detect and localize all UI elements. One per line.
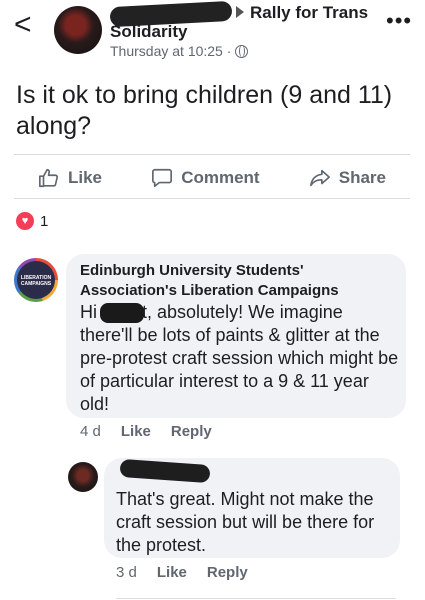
reaction-count: 1 xyxy=(40,212,49,230)
post-text: Is it ok to bring children (9 and 11) al… xyxy=(16,81,393,140)
arrow-icon xyxy=(236,6,244,18)
commenter-avatar[interactable]: LIBERATION CAMPAIGNS xyxy=(14,258,58,302)
share-icon xyxy=(309,169,330,187)
action-bar: Like Comment Share xyxy=(14,158,410,198)
reply-like-button[interactable]: Like xyxy=(157,564,187,581)
comment-reply-button[interactable]: Reply xyxy=(171,423,212,440)
reply-meta: 3 d Like Reply xyxy=(116,564,248,581)
share-label: Share xyxy=(338,168,386,187)
reply-reply-button[interactable]: Reply xyxy=(207,564,248,581)
divider xyxy=(14,154,410,155)
comment-author[interactable]: Edinburgh University Students' Associati… xyxy=(80,261,390,301)
reply-text: That's great. Might not make the craft s… xyxy=(116,489,375,555)
comment-text: Hi t, absolutely! We imagine there'll be… xyxy=(80,301,400,416)
globe-icon xyxy=(235,44,249,58)
reply-avatar[interactable] xyxy=(68,462,98,492)
comment-like-button[interactable]: Like xyxy=(121,423,151,440)
like-button[interactable]: Like xyxy=(38,167,102,189)
comment-age: 4 d xyxy=(80,423,101,440)
group-name-line2[interactable]: Solidarity xyxy=(110,22,187,42)
share-button[interactable]: Share xyxy=(309,167,386,189)
back-icon[interactable]: < xyxy=(14,10,32,40)
reply-age: 3 d xyxy=(116,564,137,581)
thumbs-up-icon xyxy=(39,168,59,188)
post-header: < Rally for Trans Solidarity Thursday at… xyxy=(0,0,425,62)
divider xyxy=(14,198,410,199)
avatar-logo-text: LIBERATION CAMPAIGNS xyxy=(17,261,55,299)
comment-meta: 4 d Like Reply xyxy=(80,423,212,440)
comment-button[interactable]: Comment xyxy=(151,167,260,189)
heart-icon: ♥ xyxy=(16,212,34,230)
reaction-summary[interactable]: ♥ 1 xyxy=(16,212,48,230)
comment-text-prefix: Hi xyxy=(80,302,97,322)
divider xyxy=(116,598,396,599)
timestamp-text: Thursday at 10:25 · xyxy=(110,43,232,59)
comment-icon xyxy=(152,168,173,188)
redacted-name xyxy=(100,303,145,324)
group-name-line1[interactable]: Rally for Trans xyxy=(250,3,368,23)
comment-label: Comment xyxy=(181,168,260,187)
poster-avatar[interactable] xyxy=(54,6,102,54)
more-options-icon[interactable]: ••• xyxy=(386,8,412,34)
post-timestamp: Thursday at 10:25 · xyxy=(110,43,249,59)
like-label: Like xyxy=(68,168,103,187)
